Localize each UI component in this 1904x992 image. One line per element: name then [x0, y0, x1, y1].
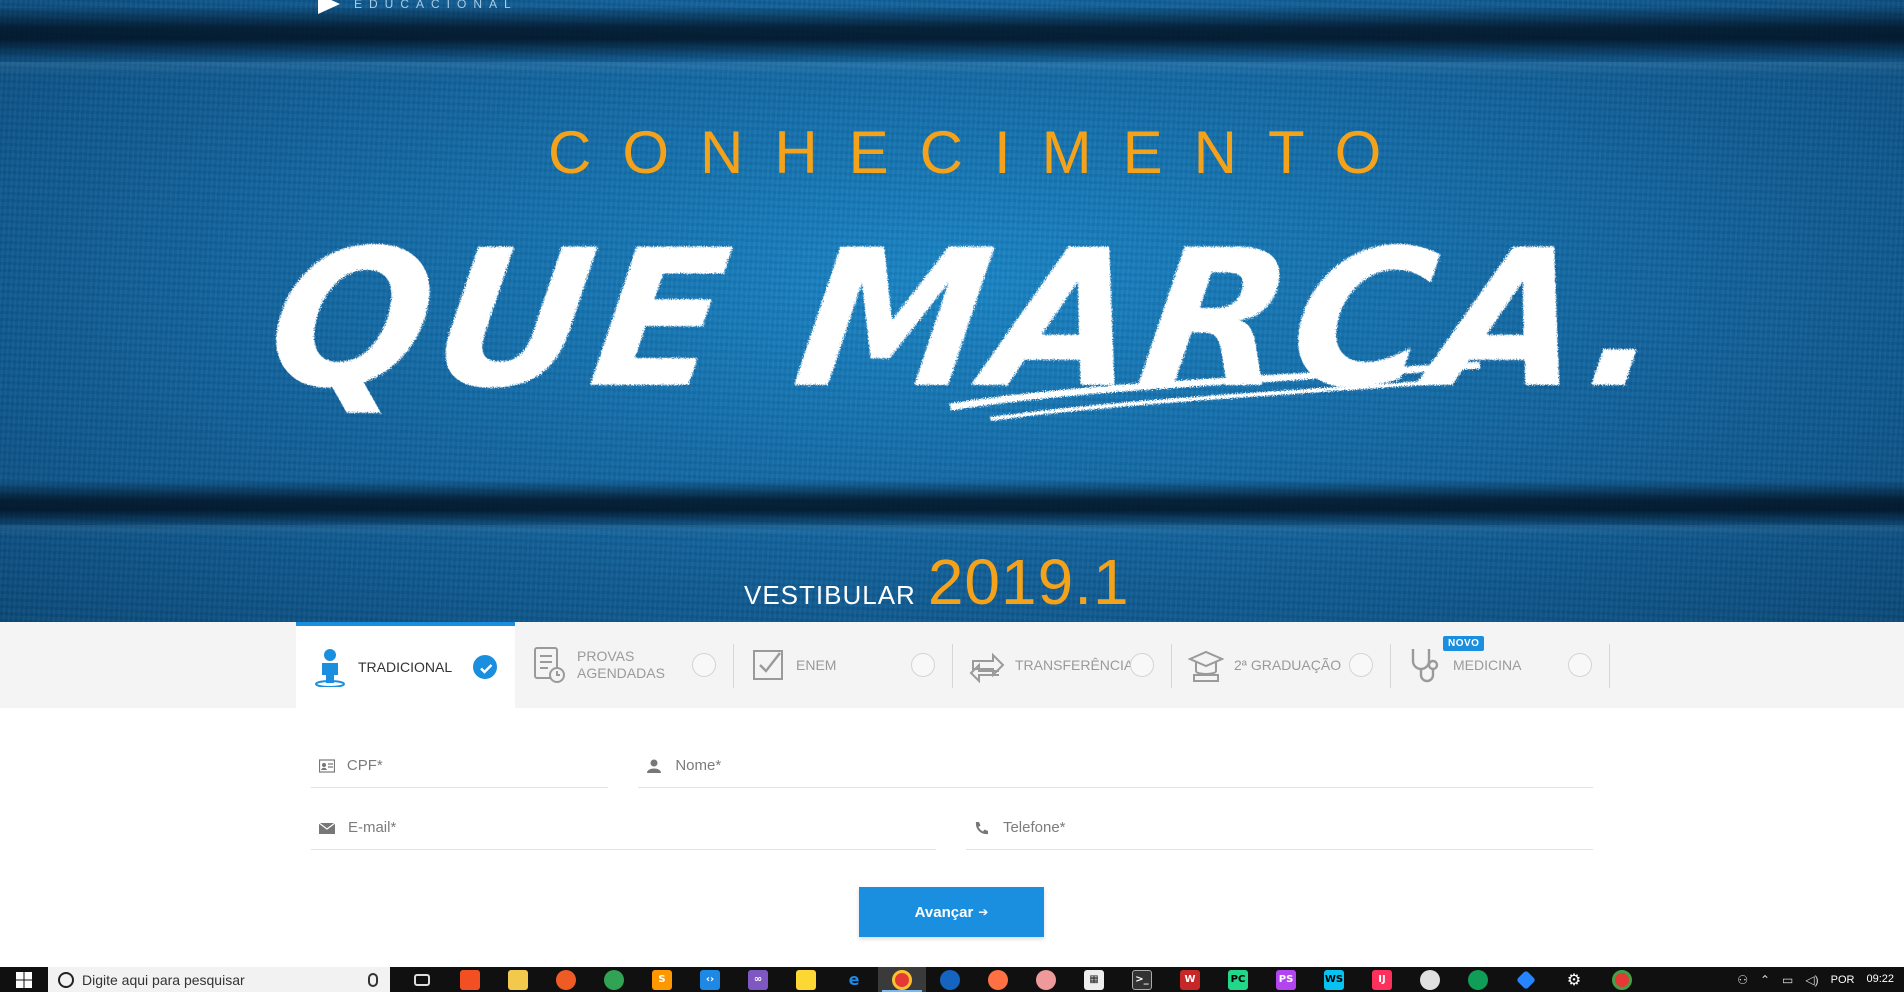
tab-radio-checked[interactable] [473, 655, 497, 679]
terminal-icon[interactable]: >_ [1118, 967, 1166, 992]
visual-studio-icon[interactable]: ∞ [734, 967, 782, 992]
id-card-icon [311, 758, 339, 773]
email-field [311, 806, 936, 850]
phpstorm-icon[interactable]: PS [1262, 967, 1310, 992]
notes-icon[interactable] [782, 967, 830, 992]
hangouts-icon[interactable] [1454, 967, 1502, 992]
headline-main: QUE MARCA. [256, 175, 1683, 465]
nome-input[interactable] [667, 757, 1593, 774]
taskbar-search[interactable]: Digite aqui para pesquisar [48, 967, 390, 992]
tab-radio[interactable] [692, 653, 716, 677]
tab-radio[interactable] [1130, 653, 1154, 677]
language-indicator[interactable]: POR [1831, 974, 1855, 986]
telefone-input[interactable] [994, 819, 1593, 836]
network-icon[interactable]: ▭ [1782, 973, 1793, 987]
webstorm-icon[interactable]: WS [1310, 967, 1358, 992]
tab-label: TRANSFERÊNCIA [1015, 656, 1134, 673]
check-icon [480, 664, 493, 674]
cpf-field [311, 744, 608, 788]
vestibular-year: 2019.1 [927, 546, 1130, 618]
chrome-alt-icon[interactable] [1598, 967, 1646, 992]
windows-logo-icon [16, 971, 32, 988]
postman-icon[interactable] [542, 967, 590, 992]
scheduled-exam-icon [531, 645, 567, 685]
vestibular-title: VESTIBULAR 2019.1 [744, 545, 1130, 619]
tab-label: TRADICIONAL [358, 658, 453, 675]
gitkraken-icon[interactable] [590, 967, 638, 992]
tab-provas-agendadas[interactable]: PROVAS AGENDADAS [515, 622, 734, 708]
hero-banner: EDUCACIONAL CONHECIMENTO QUE MARCA. VEST… [0, 0, 1904, 622]
hero-ridge-bottom-highlight [0, 525, 1904, 537]
tab-label: 2ª GRADUAÇÃO [1234, 656, 1342, 673]
tab-transferencia[interactable]: TRANSFERÊNCIA [953, 622, 1172, 708]
checkbox-icon [750, 645, 786, 685]
envelope-icon [311, 821, 340, 835]
winrar-icon[interactable]: W [1166, 967, 1214, 992]
calculator-icon[interactable]: ▦ [1070, 967, 1118, 992]
nome-field [638, 744, 1593, 788]
sublime-icon[interactable]: S [638, 967, 686, 992]
user-icon [638, 759, 667, 773]
people-icon[interactable]: ⚇ [1737, 973, 1748, 987]
task-view-icon[interactable] [398, 967, 446, 992]
new-badge: NOVO [1443, 636, 1485, 651]
vscode-icon[interactable]: ‹› [686, 967, 734, 992]
chevron-up-icon[interactable]: ⌃ [1760, 973, 1770, 987]
clock[interactable]: 09:22 [1866, 973, 1894, 986]
tab-medicina[interactable]: NOVO MEDICINA [1391, 622, 1610, 708]
firefox-icon[interactable] [974, 967, 1022, 992]
tab-label: PROVAS AGENDADAS [577, 648, 665, 681]
taskbar-apps: S ‹› ∞ e ▦ >_ W PC PS WS IJ ⚙ [398, 967, 1646, 992]
transfer-arrows-icon [969, 645, 1005, 685]
stethoscope-icon [1407, 645, 1443, 685]
advance-button[interactable]: Avançar ➔ [859, 887, 1044, 937]
system-tray: ⚇ ⌃ ▭ ◁) POR 09:22 [1737, 973, 1904, 987]
clock-app-icon[interactable] [1406, 967, 1454, 992]
advance-button-label: Avançar [914, 903, 974, 921]
headline-main-art: QUE MARCA. [256, 210, 1683, 431]
arrow-right-icon: ➔ [978, 905, 989, 919]
pycharm-icon[interactable]: PC [1214, 967, 1262, 992]
logo-text: EDUCACIONAL [354, 0, 518, 11]
sourcetree-icon[interactable] [1502, 967, 1550, 992]
tab-enem[interactable]: ENEM [734, 622, 953, 708]
paint-icon[interactable] [1022, 967, 1070, 992]
telefone-field [966, 806, 1593, 850]
tab-radio[interactable] [1349, 653, 1373, 677]
phone-icon [966, 821, 995, 835]
intellij-icon[interactable]: IJ [1358, 967, 1406, 992]
brand-logo[interactable]: EDUCACIONAL [318, 0, 518, 14]
settings-icon[interactable]: ⚙ [1550, 967, 1598, 992]
tab-label: ENEM [796, 656, 837, 673]
hero-ridge-top [0, 8, 1904, 64]
hero-ridge-bottom [0, 480, 1904, 530]
taskbar-search-placeholder: Digite aqui para pesquisar [82, 971, 245, 988]
tab-radio[interactable] [911, 653, 935, 677]
person-pin-icon [312, 647, 348, 687]
firefox-dev-icon[interactable] [926, 967, 974, 992]
admission-type-tabs: TRADICIONAL PROVAS AGENDADAS ENEM TRANSF… [0, 622, 1904, 708]
windows-taskbar: Digite aqui para pesquisar S ‹› ∞ e ▦ >_… [0, 967, 1904, 992]
store-icon[interactable] [446, 967, 494, 992]
cpf-input[interactable] [338, 757, 608, 774]
microphone-icon[interactable] [368, 972, 378, 987]
cortana-icon [58, 971, 74, 988]
start-button[interactable] [0, 967, 48, 992]
vestibular-label: VESTIBULAR [744, 580, 916, 610]
graduation-cap-icon [1188, 645, 1224, 685]
email-input[interactable] [339, 819, 936, 836]
hero-ridge-top-highlight [0, 62, 1904, 76]
chrome-icon[interactable] [878, 967, 926, 992]
clock-time: 09:22 [1866, 973, 1894, 985]
headline-main-text: QUE MARCA. [256, 210, 1683, 431]
tab-radio[interactable] [1568, 653, 1592, 677]
logo-mark-icon [318, 0, 340, 14]
file-explorer-icon[interactable] [494, 967, 542, 992]
volume-icon[interactable]: ◁) [1805, 973, 1818, 987]
tab-segunda-graduacao[interactable]: 2ª GRADUAÇÃO [1172, 622, 1391, 708]
edge-icon[interactable]: e [830, 967, 878, 992]
tab-label: MEDICINA [1453, 656, 1522, 673]
tab-tradicional[interactable]: TRADICIONAL [296, 622, 515, 708]
